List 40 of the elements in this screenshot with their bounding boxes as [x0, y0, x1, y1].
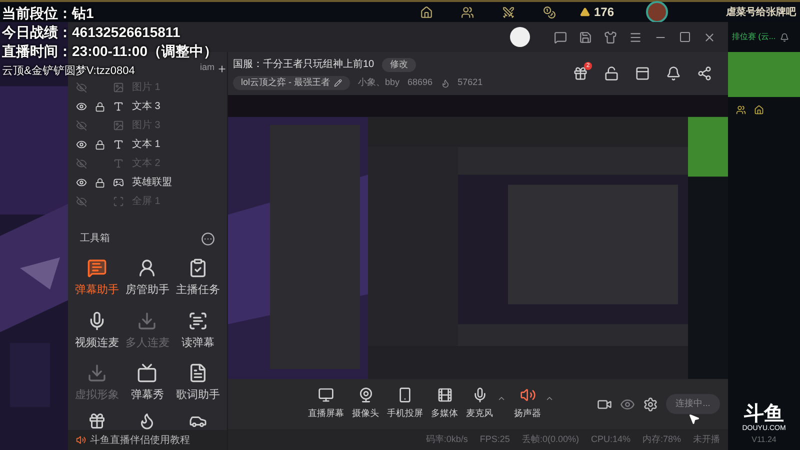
status-text: 码率:0kb/s — [426, 432, 468, 446]
overlay-text: 直播时间：23:00-11:00（调整中） — [2, 42, 218, 61]
toolbar-button[interactable]: 多媒体 — [431, 387, 458, 421]
status-text: 丢帧:0(0.00%) — [522, 432, 579, 446]
toolbar-button[interactable]: 扬声器 — [514, 387, 541, 421]
follower-count: 68696 — [408, 76, 433, 90]
toolbar-button[interactable]: 麦克风 — [466, 387, 493, 421]
overlay-text: 当前段位：钻1 — [2, 4, 95, 23]
toolbar-button[interactable]: 直播屏幕 — [308, 387, 344, 421]
scene-tab[interactable]: iam — [200, 60, 215, 74]
coin-count: 176 — [594, 4, 614, 21]
status-text: FPS:25 — [480, 432, 510, 446]
toolbox-title: 工具箱 — [80, 232, 110, 246]
status-text: 未开播 — [693, 432, 720, 446]
tutorial-link[interactable]: 斗鱼直播伴侣使用教程 — [68, 430, 227, 450]
queue-status: 排位赛 (云... — [732, 31, 776, 43]
version-text: V11.24 — [752, 434, 776, 446]
heat-count: 57621 — [458, 76, 483, 90]
streamer-name: 小象、bby — [358, 76, 400, 90]
logo-mark: 斗鱼 — [744, 404, 784, 424]
overlay-text: 今日战绩：46132526615811 — [2, 23, 182, 42]
tool-button[interactable]: 歌词助手 — [172, 359, 223, 408]
tool-button[interactable]: 主播任务 — [172, 254, 223, 302]
edit-button[interactable]: 修改 — [382, 58, 416, 72]
room-title: 国服：千分王者只玩组神上前10 — [233, 58, 374, 72]
chat-name: 虐菜号给张牌吧 — [726, 6, 796, 20]
status-text: CPU:14% — [590, 432, 630, 446]
tool-button[interactable]: 视频连麦 — [72, 306, 122, 355]
category-tag[interactable]: lol云顶之弈 - 最强王者 — [233, 76, 350, 90]
layer-item[interactable]: 文本 1 — [68, 135, 227, 154]
overlay-text: 云顶&金铲铲圆梦V:tzz0804 — [2, 64, 135, 79]
layer-item[interactable]: 文本 3 — [68, 97, 227, 116]
tool-button[interactable]: 弹幕助手 — [72, 254, 122, 302]
status-text: 内存:78% — [642, 432, 681, 446]
toolbar-button[interactable]: 摄像头 — [352, 387, 379, 421]
tool-button[interactable]: 房管助手 — [122, 254, 173, 302]
tool-button[interactable]: 读弹幕 — [172, 306, 223, 355]
toolbar-button[interactable]: 手机投屏 — [387, 387, 423, 421]
tool-button[interactable]: 弹幕秀 — [122, 359, 173, 408]
layer-item[interactable]: 英雄联盟 — [68, 173, 227, 192]
